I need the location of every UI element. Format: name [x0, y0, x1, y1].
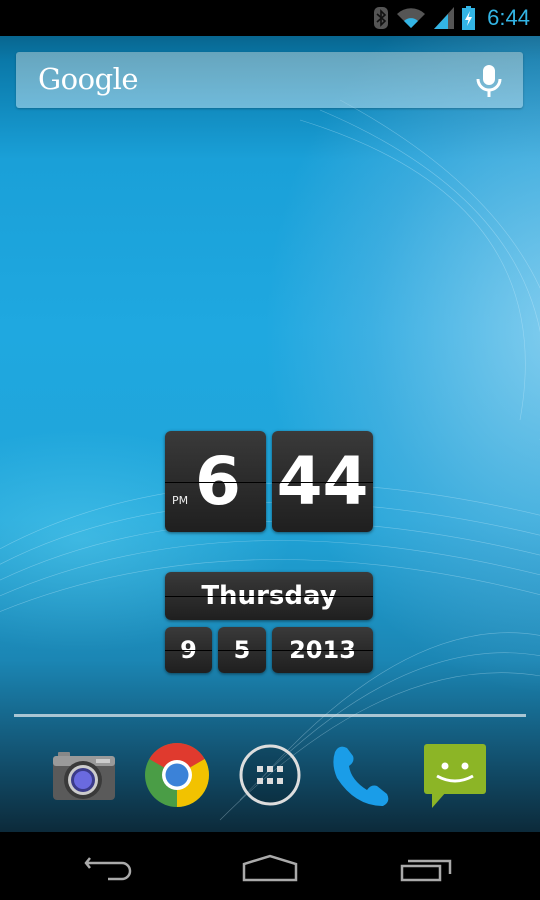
year-label: 2013: [289, 636, 356, 664]
battery-charging-icon: [462, 6, 476, 30]
clock-minute: 44: [276, 443, 369, 520]
app-drawer-icon[interactable]: [235, 740, 305, 810]
navigation-bar: [0, 832, 540, 900]
day-label: 5: [233, 636, 251, 664]
clock-minute-card[interactable]: 44: [272, 431, 373, 532]
bluetooth-icon: [374, 7, 389, 29]
month-label: 9: [180, 636, 197, 664]
month-card[interactable]: 9: [165, 627, 212, 673]
status-bar: 6:44: [0, 0, 540, 36]
year-card[interactable]: 2013: [272, 627, 373, 673]
chrome-icon[interactable]: [142, 740, 212, 810]
clock-hour-card[interactable]: PM 6: [165, 431, 266, 532]
camera-icon[interactable]: [50, 740, 120, 810]
clock-hour: 6: [195, 443, 241, 520]
status-time: 6:44: [487, 5, 530, 30]
wallpaper-pattern: [0, 99, 540, 821]
messaging-icon[interactable]: [420, 740, 490, 810]
phone-icon[interactable]: [325, 740, 395, 810]
recents-icon[interactable]: [388, 844, 468, 888]
weekday-card[interactable]: Thursday: [165, 572, 373, 620]
weekday-label: Thursday: [201, 581, 337, 611]
ampm-label: PM: [172, 494, 189, 507]
dock-divider: [14, 714, 526, 717]
google-logo[interactable]: Google: [38, 62, 139, 96]
home-icon[interactable]: [230, 844, 310, 888]
cell-signal-icon: [434, 7, 455, 29]
wifi-icon: [397, 8, 426, 29]
back-icon[interactable]: [72, 844, 152, 888]
microphone-icon[interactable]: [473, 64, 505, 98]
google-search-bar[interactable]: Google: [16, 52, 523, 108]
day-card[interactable]: 5: [218, 627, 266, 673]
